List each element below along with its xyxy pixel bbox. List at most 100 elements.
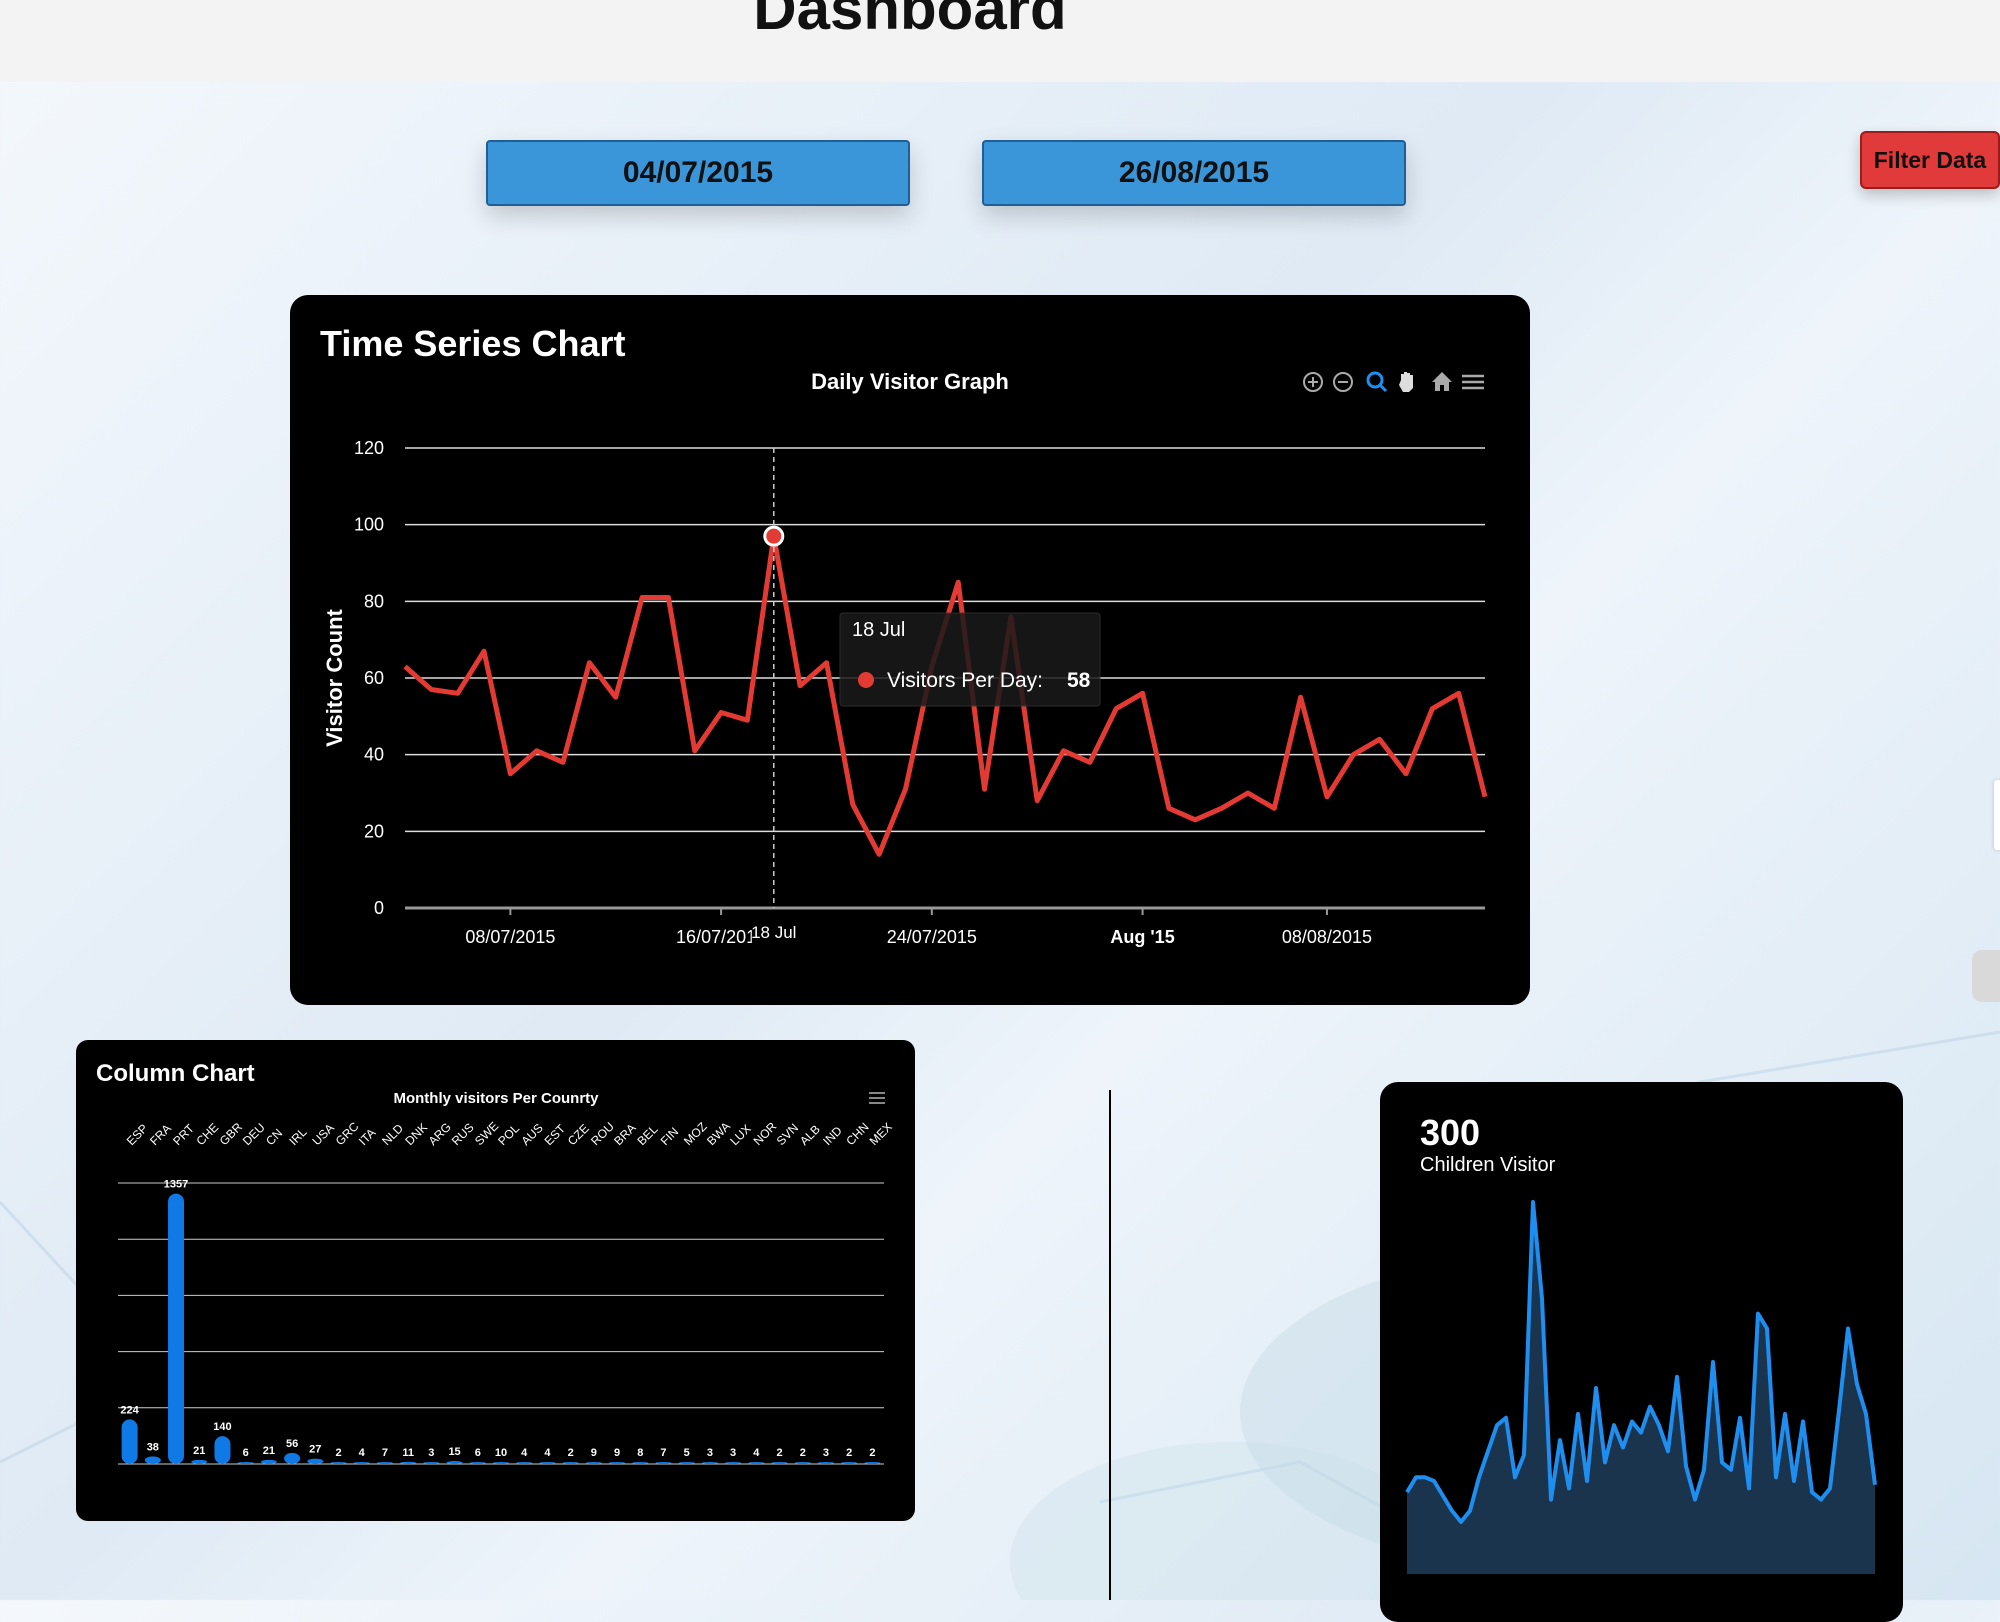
column-bar[interactable]: [493, 1462, 509, 1464]
column-bar[interactable]: [307, 1458, 324, 1464]
category-label: POL: [495, 1121, 522, 1148]
column-bar[interactable]: [539, 1462, 556, 1464]
x-tick-label: Aug '15: [1110, 927, 1174, 947]
category-label: CZE: [565, 1121, 592, 1148]
column-chart[interactable]: Monthly visitors Per CounrtyESP224FRA38P…: [76, 1040, 915, 1521]
menu-icon[interactable]: [1462, 374, 1484, 390]
y-tick-label: 40: [364, 745, 384, 765]
filter-data-button[interactable]: Filter Data: [1860, 131, 2000, 189]
column-bar[interactable]: [655, 1462, 672, 1464]
tooltip-series-label: Visitors Per Day:: [887, 669, 1043, 692]
category-label: ARG: [426, 1120, 454, 1148]
column-bar[interactable]: [771, 1462, 788, 1464]
column-bar[interactable]: [400, 1461, 417, 1464]
data-label: 2: [800, 1447, 806, 1459]
column-bar[interactable]: [562, 1462, 579, 1464]
selection-zoom-icon-handle: [1378, 383, 1388, 393]
selection-zoom-icon[interactable]: [1366, 371, 1388, 393]
column-bar[interactable]: [168, 1193, 185, 1464]
column-bar[interactable]: [841, 1462, 858, 1464]
column-bar[interactable]: [864, 1462, 881, 1464]
data-label: 6: [475, 1447, 481, 1459]
column-bar[interactable]: [214, 1436, 231, 1464]
x-tick-label: 24/07/2015: [887, 927, 977, 947]
column-bar[interactable]: [423, 1462, 440, 1464]
data-label: 1357: [164, 1179, 188, 1191]
category-label: RUS: [449, 1120, 477, 1148]
category-label: USA: [310, 1121, 337, 1148]
column-bar[interactable]: [609, 1462, 626, 1464]
tooltip-marker: [858, 672, 874, 688]
hover-point[interactable]: [763, 525, 785, 547]
column-bar[interactable]: [353, 1462, 370, 1464]
menu-icon[interactable]: [869, 1092, 885, 1104]
y-tick-label: 60: [364, 668, 384, 688]
data-label: 9: [614, 1447, 620, 1459]
data-label: 4: [521, 1447, 528, 1459]
category-label: BRA: [611, 1121, 638, 1148]
column-bar[interactable]: [725, 1462, 742, 1464]
data-label: 4: [359, 1447, 366, 1459]
column-bar[interactable]: [376, 1462, 393, 1464]
data-label: 21: [263, 1445, 275, 1457]
data-label: 11: [402, 1447, 414, 1459]
column-bar[interactable]: [330, 1462, 347, 1464]
start-date-button[interactable]: 04/07/2015: [486, 140, 910, 206]
zoom-in-icon[interactable]: [1303, 372, 1323, 392]
column-bar[interactable]: [144, 1456, 161, 1464]
category-label: NOR: [751, 1119, 780, 1148]
column-bar[interactable]: [701, 1462, 718, 1464]
tooltip-date: 18 Jul: [852, 619, 905, 641]
category-label: MEX: [867, 1120, 895, 1148]
zoom-out-icon[interactable]: [1333, 372, 1353, 392]
category-label: CHN: [843, 1120, 871, 1148]
column-bar[interactable]: [794, 1462, 811, 1464]
category-label: IRL: [286, 1125, 309, 1148]
home-icon[interactable]: [1432, 372, 1452, 391]
column-bar[interactable]: [678, 1462, 695, 1464]
sparkline-area: [1407, 1202, 1875, 1574]
chart-title: Monthly visitors Per Counrty: [393, 1090, 599, 1107]
column-bar[interactable]: [817, 1462, 834, 1464]
data-label: 3: [823, 1447, 829, 1459]
header-bar: Dashboard: [0, 0, 2000, 82]
y-tick-label: 100: [354, 515, 384, 535]
x-tick-label: 08/07/2015: [465, 927, 555, 947]
category-label: PRT: [170, 1121, 197, 1148]
chart-title: Daily Visitor Graph: [811, 369, 1009, 394]
column-bar[interactable]: [284, 1452, 301, 1464]
y-tick-label: 20: [364, 821, 384, 841]
column-bar[interactable]: [632, 1462, 649, 1464]
column-bar[interactable]: [260, 1459, 277, 1464]
category-label: DNK: [402, 1120, 430, 1148]
category-label: CHE: [193, 1120, 221, 1148]
column-bar[interactable]: [469, 1462, 486, 1464]
category-label: NLD: [379, 1121, 406, 1148]
column-chart-card: Column Chart Monthly visitors Per Counrt…: [76, 1040, 915, 1521]
column-bar[interactable]: [516, 1462, 533, 1464]
data-label: 6: [243, 1447, 249, 1459]
column-bar[interactable]: [748, 1462, 765, 1464]
category-label: FIN: [658, 1125, 682, 1149]
column-bar[interactable]: [585, 1462, 602, 1464]
category-label: FRA: [147, 1121, 174, 1148]
data-label: 7: [382, 1447, 388, 1459]
column-bar[interactable]: [191, 1459, 208, 1464]
y-tick-label: 80: [364, 591, 384, 611]
end-date-button[interactable]: 26/08/2015: [982, 140, 1406, 206]
x-tick-label: 08/08/2015: [1282, 927, 1372, 947]
category-label: BEL: [634, 1122, 660, 1148]
category-label: SVN: [774, 1121, 801, 1148]
time-series-chart[interactable]: Daily Visitor Graph Visitor Count 0 20 40 60 8…: [290, 295, 1530, 1005]
selection-zoom-icon-lens: [1366, 371, 1384, 389]
side-toggle-button[interactable]: [1972, 950, 2000, 1002]
time-series-card: Time Series Chart Daily Visitor Graph Vis…: [290, 295, 1530, 1005]
category-label: ROU: [588, 1119, 617, 1148]
pan-icon[interactable]: [1399, 372, 1413, 392]
pan-icon-hand: [1399, 372, 1413, 392]
column-bar[interactable]: [237, 1462, 254, 1464]
side-handle[interactable]: [1994, 780, 2000, 850]
data-label: 2: [869, 1447, 875, 1459]
column-bar[interactable]: [121, 1419, 138, 1464]
column-bar[interactable]: [446, 1461, 463, 1464]
